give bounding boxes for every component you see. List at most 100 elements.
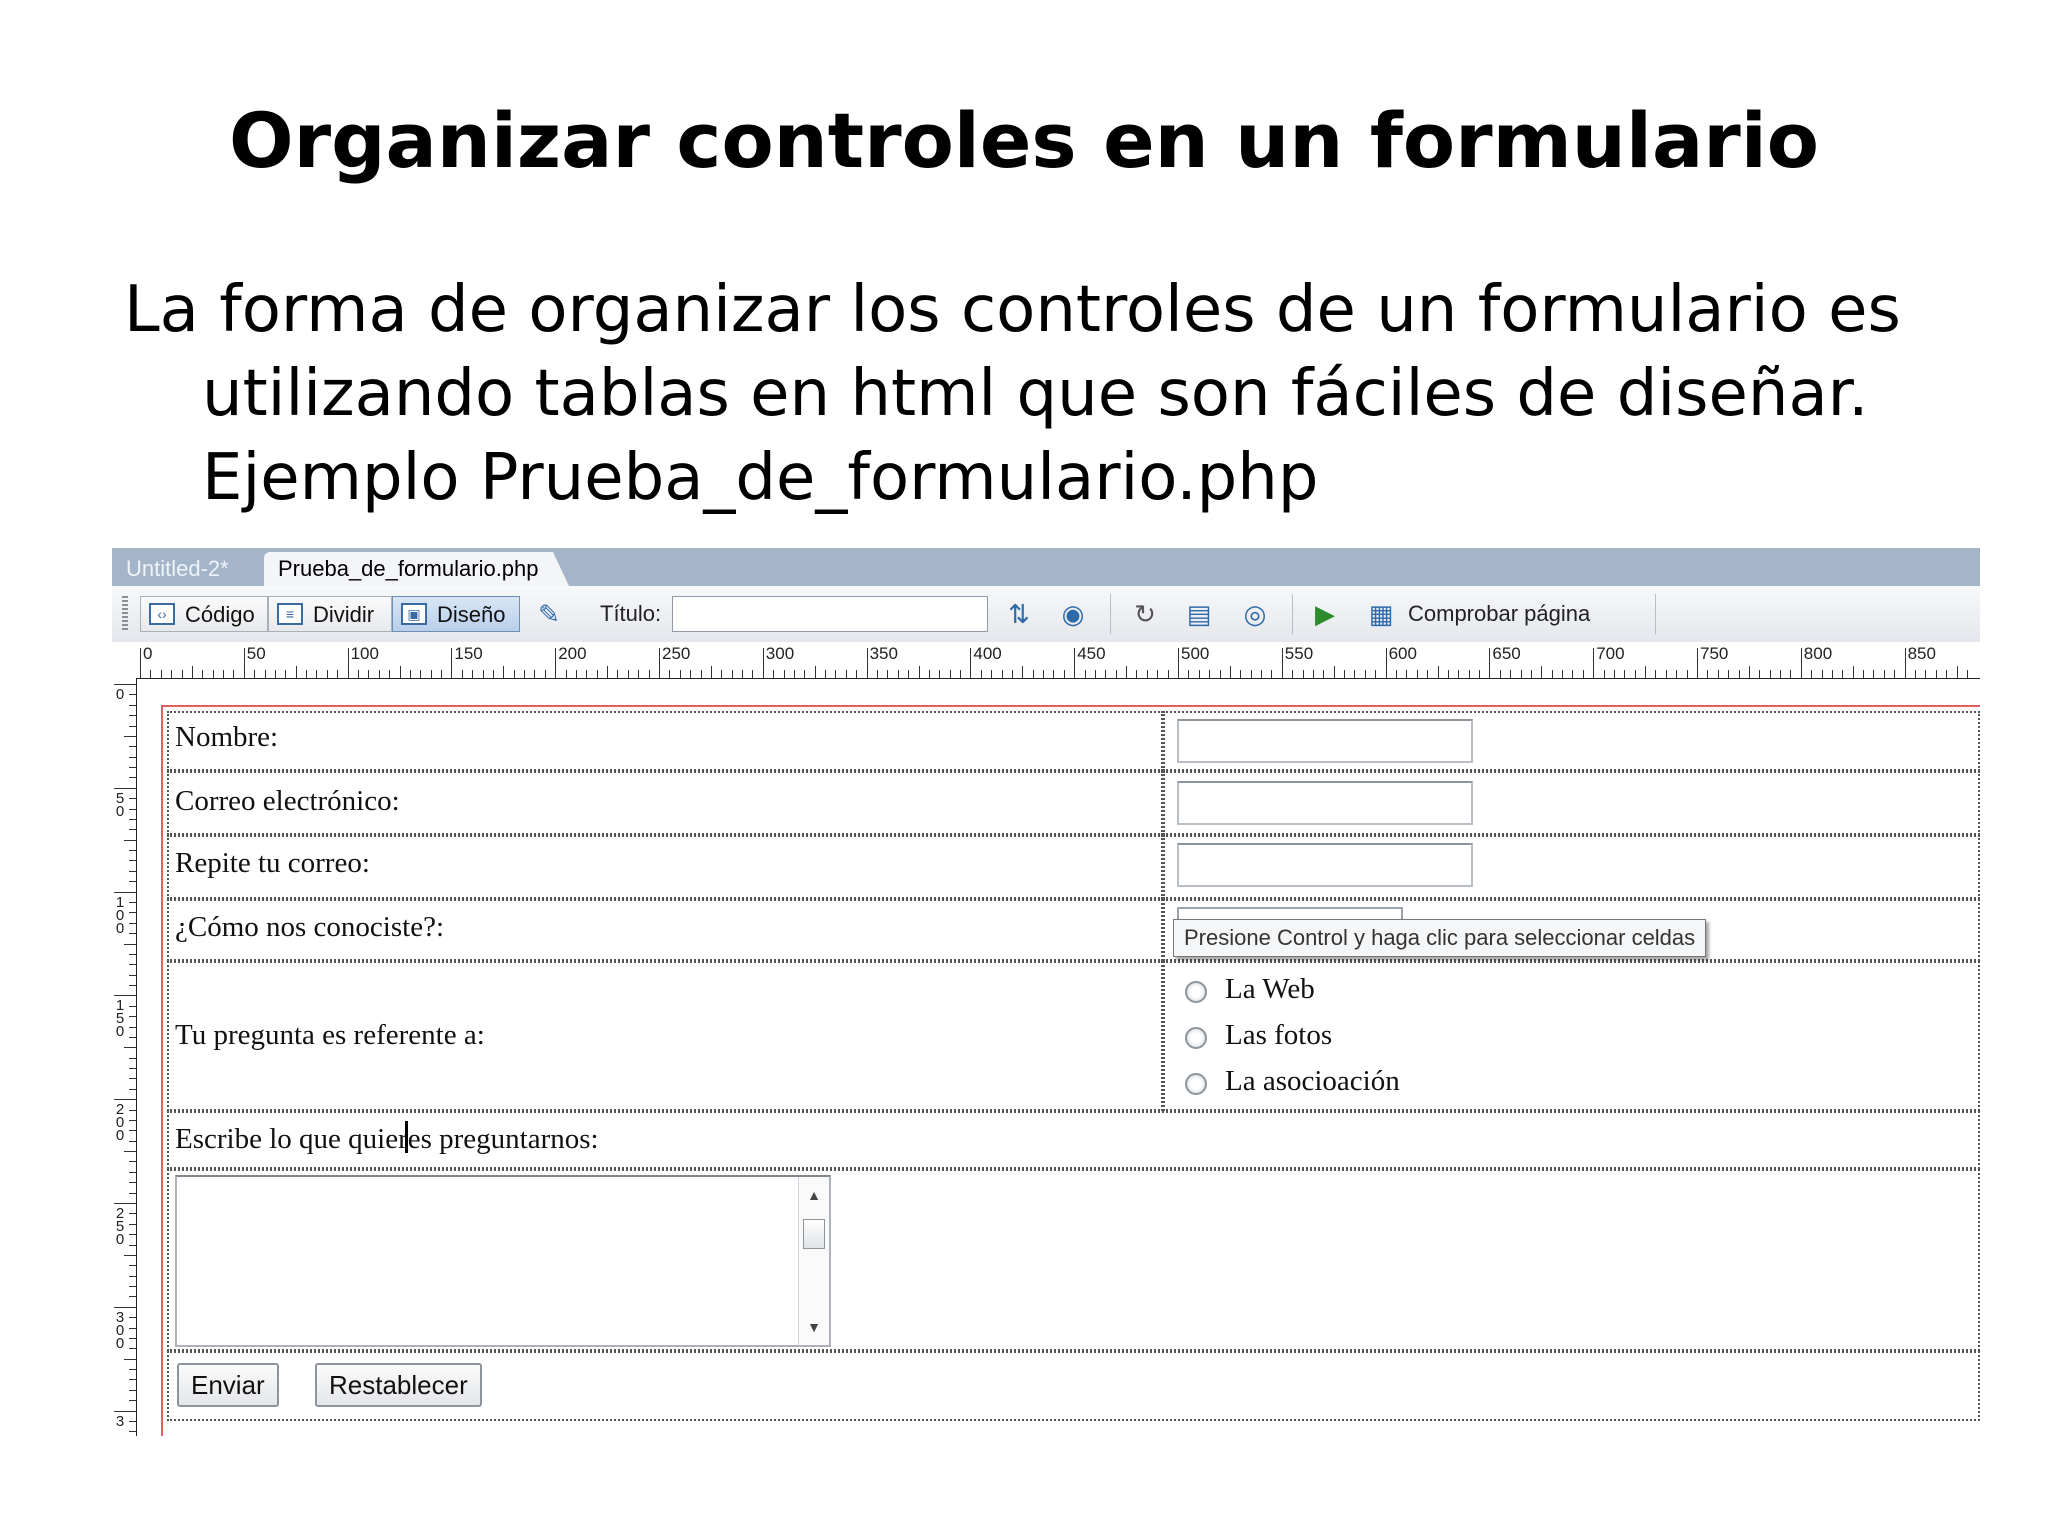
ruler-tick xyxy=(114,1099,136,1101)
radio-label-la-asociacion: La asocioación xyxy=(1225,1065,1400,1097)
ruler-tick xyxy=(129,933,136,935)
ruler-tick xyxy=(1946,670,1948,678)
ruler-tick xyxy=(129,1078,136,1080)
validate-markup-icon[interactable]: ▶ xyxy=(1308,598,1342,630)
file-management-icon[interactable]: ⇅ xyxy=(1002,598,1036,630)
ruler-tick xyxy=(129,777,136,779)
ruler-tick xyxy=(1261,670,1263,678)
ruler-tick xyxy=(1780,670,1782,678)
ruler-label: 1 0 0 xyxy=(115,893,125,937)
body-line-3: Ejemplo Prueba_de_formulario.php xyxy=(202,441,1319,515)
ruler-tick xyxy=(129,1223,136,1225)
ruler-label: 300 xyxy=(765,644,795,663)
ruler-tick xyxy=(1479,670,1481,678)
ruler-tick xyxy=(1250,670,1252,678)
ruler-label: 3 0 0 xyxy=(115,1308,125,1352)
check-page-icon[interactable]: ▦ xyxy=(1364,598,1398,630)
ruler-tick xyxy=(1105,670,1107,678)
ruler-tick xyxy=(524,670,526,678)
ruler-tick xyxy=(129,1379,136,1381)
ruler-tick xyxy=(129,1286,136,1288)
ruler-tick xyxy=(793,670,795,678)
ruler-tick xyxy=(1562,670,1564,678)
ruler-tick xyxy=(295,666,297,678)
ruler-tick xyxy=(129,1161,136,1163)
ruler-tick xyxy=(274,670,276,678)
title-input[interactable] xyxy=(672,596,988,632)
ruler-tick xyxy=(1894,670,1896,678)
scroll-down-icon[interactable]: ▼ xyxy=(799,1315,829,1339)
ruler-tick xyxy=(326,670,328,678)
textarea-scrollbar[interactable]: ▲ ▼ xyxy=(798,1177,829,1345)
ruler-tick xyxy=(129,953,136,955)
ruler-tick xyxy=(887,670,889,678)
ruler-tick xyxy=(181,670,183,678)
code-view-button[interactable]: ‹› Código xyxy=(140,596,268,632)
ruler-tick xyxy=(129,1088,136,1090)
ruler-tick xyxy=(700,670,702,678)
toolbar-grip[interactable] xyxy=(122,596,128,632)
ruler-tick xyxy=(124,1151,136,1153)
ruler-tick xyxy=(1427,670,1429,678)
repeat-email-label: Repite tu correo: xyxy=(175,847,370,879)
ruler-label: 550 xyxy=(1284,644,1314,663)
browser-preview-icon[interactable]: ◉ xyxy=(1056,598,1090,630)
email-field[interactable] xyxy=(1177,781,1473,825)
ruler-tick xyxy=(617,670,619,678)
ruler-tick xyxy=(897,670,899,678)
ruler-tick xyxy=(721,670,723,678)
slide-title: Organizar controles en un formulario xyxy=(229,96,1819,185)
body-line-1: La forma de organizar los controles de u… xyxy=(124,273,1901,347)
reset-button[interactable]: Restablecer xyxy=(315,1363,482,1407)
ruler-tick xyxy=(129,1036,136,1038)
radio-label-las-fotos: Las fotos xyxy=(1225,1019,1333,1051)
ruler-label: 50 xyxy=(246,644,266,663)
ruler-tick xyxy=(129,1327,136,1329)
radio-la-asociacion[interactable] xyxy=(1185,1073,1207,1095)
ruler-origin[interactable] xyxy=(112,642,136,678)
question-textarea[interactable]: ▲ ▼ xyxy=(175,1175,831,1347)
ruler-tick xyxy=(233,670,235,678)
tab-untitled-2[interactable]: Untitled-2* xyxy=(112,552,243,586)
name-label: Nombre: xyxy=(175,721,279,753)
ruler-tick xyxy=(1011,670,1013,678)
name-field[interactable] xyxy=(1177,719,1473,763)
ruler-tick xyxy=(1229,666,1231,678)
radio-las-fotos[interactable] xyxy=(1185,1027,1207,1049)
check-page-label[interactable]: Comprobar página xyxy=(1408,596,1590,632)
ruler-tick xyxy=(114,787,136,789)
ruler-tick xyxy=(908,670,910,678)
design-canvas: Nombre: Correo electrónico: Repite tu co… xyxy=(137,679,1980,1436)
ruler-tick xyxy=(1063,670,1065,678)
ruler-tick xyxy=(534,670,536,678)
ruler-tick xyxy=(1458,670,1460,678)
ruler-tick xyxy=(876,670,878,678)
ruler-tick xyxy=(638,670,640,678)
design-view-button[interactable]: ▣ Diseño xyxy=(392,596,520,632)
ruler-tick xyxy=(1582,670,1584,678)
ruler-tick xyxy=(264,670,266,678)
ruler-tick xyxy=(1821,670,1823,678)
ruler-tick xyxy=(1271,670,1273,678)
repeat-email-field[interactable] xyxy=(1177,843,1473,887)
tab-prueba-de-formulario[interactable]: Prueba_de_formulario.php xyxy=(264,552,569,586)
ruler-tick xyxy=(492,670,494,678)
radio-la-web[interactable] xyxy=(1185,981,1207,1003)
split-view-button[interactable]: ≡ Dividir xyxy=(268,596,392,632)
view-options-icon[interactable]: ▤ xyxy=(1182,598,1216,630)
ruler-tick xyxy=(1115,670,1117,678)
ruler-tick xyxy=(1447,670,1449,678)
scroll-up-icon[interactable]: ▲ xyxy=(799,1183,829,1207)
ruler-tick xyxy=(1188,670,1190,678)
ruler-tick xyxy=(1302,670,1304,678)
ruler-tick xyxy=(1904,648,1906,678)
submit-button[interactable]: Enviar xyxy=(177,1363,279,1407)
refresh-icon[interactable]: ↻ xyxy=(1128,598,1162,630)
ruler-tick xyxy=(129,1130,136,1132)
ruler-label: 200 xyxy=(558,644,587,663)
live-view-icon[interactable]: ✎ xyxy=(532,598,566,630)
visual-aids-icon[interactable]: ◎ xyxy=(1238,598,1272,630)
scroll-thumb[interactable] xyxy=(803,1219,825,1249)
ruler-tick xyxy=(357,670,359,678)
ruler-tick xyxy=(1468,670,1470,678)
